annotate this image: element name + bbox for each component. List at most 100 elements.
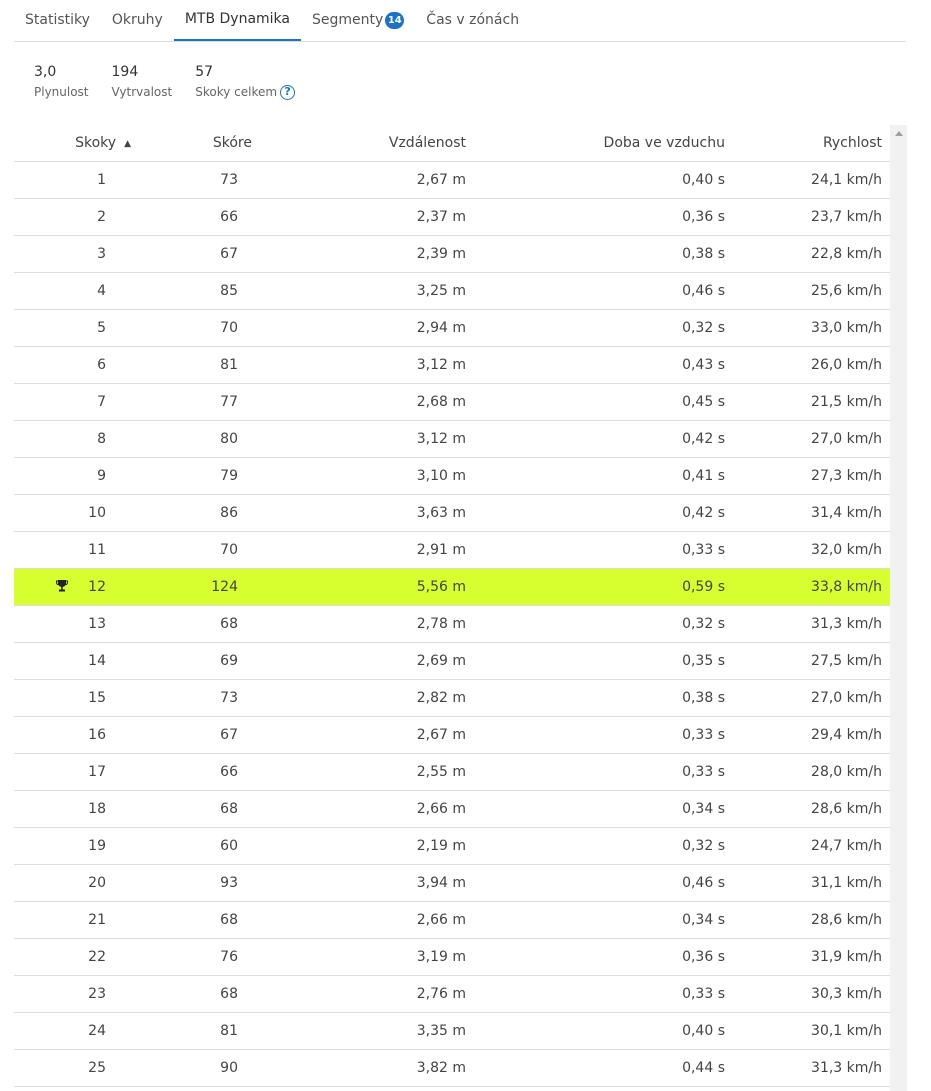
cell-doba-ve-vzduchu: 0,32 s <box>682 320 725 336</box>
cell-skore: 79 <box>220 468 238 484</box>
cell-skoky: 22 <box>88 949 106 965</box>
tab-statistiky[interactable]: Statistiky <box>14 0 101 41</box>
table-row[interactable]: 22 76 3,19 m 0,36 s 31,9 km/h <box>14 939 890 976</box>
cell-rychlost: 23,7 km/h <box>811 209 882 225</box>
stat-label: Vytrvalost <box>112 84 173 100</box>
cell-rychlost: 29,4 km/h <box>811 727 882 743</box>
header-vzdalenost[interactable]: Vzdálenost <box>316 125 466 161</box>
cell-rychlost: 28,6 km/h <box>811 801 882 817</box>
cell-doba-ve-vzduchu: 0,36 s <box>682 209 725 225</box>
cell-doba-ve-vzduchu: 0,59 s <box>682 579 725 595</box>
cell-rychlost: 28,0 km/h <box>811 764 882 780</box>
cell-skoky: 5 <box>97 320 106 336</box>
table-row[interactable]: 10 86 3,63 m 0,42 s 31,4 km/h <box>14 495 890 532</box>
table-row[interactable]: 8 80 3,12 m 0,42 s 27,0 km/h <box>14 421 890 458</box>
table-row[interactable]: 5 70 2,94 m 0,32 s 33,0 km/h <box>14 310 890 347</box>
tab-bar: Statistiky Okruhy MTB Dynamika Segmenty 1… <box>14 0 906 42</box>
header-skore[interactable]: Skóre <box>164 125 252 161</box>
cell-skoky: 9 <box>97 468 106 484</box>
cell-skoky: 2 <box>97 209 106 225</box>
cell-vzdalenost: 3,35 m <box>416 1023 466 1039</box>
table-row[interactable]: 21 68 2,66 m 0,34 s 28,6 km/h <box>14 902 890 939</box>
help-icon[interactable]: ? <box>280 84 296 100</box>
stat-skoky-celkem: 57 Skoky celkem? <box>195 63 296 100</box>
table-row[interactable]: 18 68 2,66 m 0,34 s 28,6 km/h <box>14 791 890 828</box>
cell-skore: 68 <box>220 801 238 817</box>
cell-rychlost: 26,0 km/h <box>811 357 882 373</box>
cell-doba-ve-vzduchu: 0,32 s <box>682 838 725 854</box>
stat-label-text: Vytrvalost <box>111 85 173 99</box>
table-row[interactable]: 23 68 2,76 m 0,33 s 30,3 km/h <box>14 976 890 1013</box>
table-row[interactable]: 13 68 2,78 m 0,32 s 31,3 km/h <box>14 606 890 643</box>
table-row[interactable]: 25 90 3,82 m 0,44 s 31,3 km/h <box>14 1050 890 1087</box>
tab-segmenty[interactable]: Segmenty 14 <box>301 0 415 41</box>
table-row[interactable]: 2 66 2,37 m 0,36 s 23,7 km/h <box>14 199 890 236</box>
cell-doba-ve-vzduchu: 0,45 s <box>682 394 725 410</box>
cell-skore: 70 <box>220 320 238 336</box>
cell-doba-ve-vzduchu: 0,32 s <box>682 616 725 632</box>
cell-vzdalenost: 2,55 m <box>416 764 466 780</box>
cell-skoky: 23 <box>88 986 106 1002</box>
tab-mtb-dynamika[interactable]: MTB Dynamika <box>173 0 301 41</box>
table-row[interactable]: 20 93 3,94 m 0,46 s 31,1 km/h <box>14 865 890 902</box>
table-row[interactable]: 6 81 3,12 m 0,43 s 26,0 km/h <box>14 347 890 384</box>
cell-skore: 124 <box>211 579 238 595</box>
count-badge: 14 <box>385 12 405 29</box>
cell-vzdalenost: 3,12 m <box>416 357 466 373</box>
stat-label: Plynulost <box>34 84 89 100</box>
cell-skore: 60 <box>220 838 238 854</box>
table-row[interactable]: 1 73 2,67 m 0,40 s 24,1 km/h <box>14 162 890 199</box>
table-row[interactable]: 15 73 2,82 m 0,38 s 27,0 km/h <box>14 680 890 717</box>
tab-cas-v-zonach[interactable]: Čas v zónách <box>415 0 530 41</box>
table-row[interactable]: 16 67 2,67 m 0,33 s 29,4 km/h <box>14 717 890 754</box>
table-row[interactable]: 11 70 2,91 m 0,33 s 32,0 km/h <box>14 532 890 569</box>
cell-skoky: 7 <box>97 394 106 410</box>
cell-rychlost: 30,3 km/h <box>811 986 882 1002</box>
header-rychlost[interactable]: Rychlost <box>734 125 882 161</box>
stat-vytrvalost: 194 Vytrvalost <box>112 63 173 100</box>
cell-rychlost: 31,3 km/h <box>811 616 882 632</box>
cell-skoky: 13 <box>88 616 106 632</box>
cell-skoky: 4 <box>97 283 106 299</box>
cell-skoky: 6 <box>97 357 106 373</box>
cell-vzdalenost: 5,56 m <box>416 579 466 595</box>
table-row[interactable]: 7 77 2,68 m 0,45 s 21,5 km/h <box>14 384 890 421</box>
scroll-up-arrow-icon[interactable] <box>895 131 903 136</box>
cell-rychlost: 27,0 km/h <box>811 690 882 706</box>
cell-rychlost: 21,5 km/h <box>811 394 882 410</box>
table-row[interactable]: 12 124 5,56 m 0,59 s 33,8 km/h <box>14 569 890 606</box>
cell-doba-ve-vzduchu: 0,40 s <box>682 172 725 188</box>
cell-doba-ve-vzduchu: 0,38 s <box>682 246 725 262</box>
cell-doba-ve-vzduchu: 0,46 s <box>682 283 725 299</box>
table-row[interactable]: 24 81 3,35 m 0,40 s 30,1 km/h <box>14 1013 890 1050</box>
cell-rychlost: 33,8 km/h <box>811 579 882 595</box>
vertical-scrollbar[interactable] <box>890 125 907 1091</box>
cell-rychlost: 27,0 km/h <box>811 431 882 447</box>
cell-vzdalenost: 3,12 m <box>416 431 466 447</box>
table-row[interactable]: 14 69 2,69 m 0,35 s 27,5 km/h <box>14 643 890 680</box>
stat-label-text: Plynulost <box>34 85 89 99</box>
table-row[interactable]: 4 85 3,25 m 0,46 s 25,6 km/h <box>14 273 890 310</box>
cell-skoky: 1 <box>97 172 106 188</box>
cell-skore: 86 <box>220 505 238 521</box>
cell-skore: 93 <box>220 875 238 891</box>
cell-rychlost: 30,1 km/h <box>811 1023 882 1039</box>
cell-skore: 68 <box>220 986 238 1002</box>
cell-doba-ve-vzduchu: 0,36 s <box>682 949 725 965</box>
table-row[interactable]: 19 60 2,19 m 0,32 s 24,7 km/h <box>14 828 890 865</box>
table-row[interactable]: 3 67 2,39 m 0,38 s 22,8 km/h <box>14 236 890 273</box>
table-row[interactable]: 9 79 3,10 m 0,41 s 27,3 km/h <box>14 458 890 495</box>
cell-doba-ve-vzduchu: 0,43 s <box>682 357 725 373</box>
cell-vzdalenost: 2,37 m <box>416 209 466 225</box>
cell-skoky: 12 <box>88 579 106 595</box>
header-skoky[interactable]: Skoky ▲ <box>14 125 131 161</box>
cell-vzdalenost: 3,10 m <box>416 468 466 484</box>
cell-rychlost: 24,1 km/h <box>811 172 882 188</box>
tab-okruhy[interactable]: Okruhy <box>101 0 174 41</box>
tab-label: Okruhy <box>111 12 163 28</box>
cell-skore: 67 <box>220 727 238 743</box>
table-row[interactable]: 17 66 2,55 m 0,33 s 28,0 km/h <box>14 754 890 791</box>
cell-skoky: 19 <box>88 838 106 854</box>
cell-skore: 80 <box>220 431 238 447</box>
header-doba-ve-vzduchu[interactable]: Doba ve vzduchu <box>574 125 725 161</box>
